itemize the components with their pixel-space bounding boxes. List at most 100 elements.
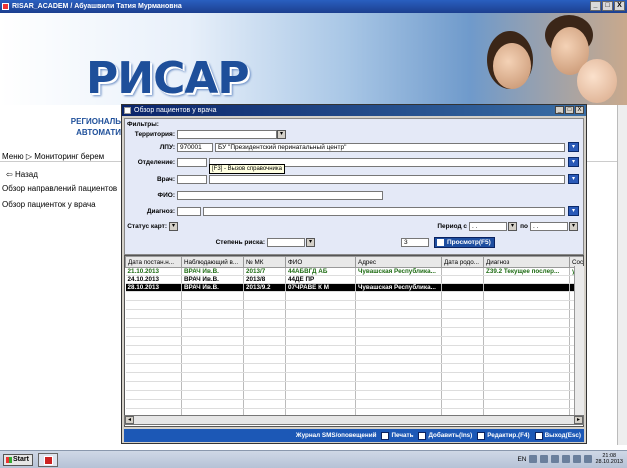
nav-item-referrals[interactable]: Обзор направлений пациентов xyxy=(2,184,117,193)
risk-label: Степень риска: xyxy=(215,239,265,246)
doctor-code-field[interactable] xyxy=(177,175,207,184)
table-row[interactable]: 21.10.2013 ВРАЧ Ив.В. 2013/7 44АБВГД АБ Чува… xyxy=(125,267,583,276)
language-indicator[interactable]: EN xyxy=(517,456,526,463)
period-to-dropdown-icon[interactable]: ▾ xyxy=(569,222,578,231)
exit-label: Выход(Esc) xyxy=(544,432,581,439)
empty-cell xyxy=(181,390,244,400)
filters-label: Фильтры: xyxy=(127,121,159,128)
col-header-fio[interactable]: ФИО xyxy=(285,256,356,268)
territory-dropdown-icon[interactable]: ▾ xyxy=(277,130,286,139)
empty-cell xyxy=(243,291,286,301)
system-tray: EN 21:08 28.10.2013 xyxy=(517,453,623,465)
col-header-observer[interactable]: Наблюдающий в... xyxy=(181,256,244,268)
period-from-label: Период с xyxy=(437,223,467,230)
chrome-icon[interactable] xyxy=(551,455,560,463)
empty-cell xyxy=(181,399,244,409)
risk-dropdown-icon[interactable]: ▾ xyxy=(306,238,315,247)
scroll-right-icon[interactable]: ▸ xyxy=(574,416,583,424)
department-code-field[interactable] xyxy=(177,158,207,167)
print-label: Печать xyxy=(391,432,414,439)
back-link[interactable]: ⇦ Назад xyxy=(6,170,38,179)
security-icon[interactable] xyxy=(573,455,582,463)
empty-cell xyxy=(355,354,442,364)
filter-panel: Фильтры: Территория: ▾ ЛПУ: 970001 БУ "П… xyxy=(124,118,584,255)
territory-select[interactable] xyxy=(177,130,277,139)
empty-cell xyxy=(125,345,182,355)
period-from-dropdown-icon[interactable]: ▾ xyxy=(508,222,517,231)
col-header-address[interactable]: Адрес xyxy=(355,256,442,268)
empty-cell xyxy=(483,399,570,409)
cell-birth-date xyxy=(441,283,484,292)
col-header-diagnosis[interactable]: Диагноз xyxy=(483,256,570,268)
col-header-card-no[interactable]: № МК xyxy=(243,256,286,268)
add-icon xyxy=(418,431,427,440)
exit-button[interactable]: Выход(Esc) xyxy=(534,431,581,440)
empty-cell xyxy=(125,363,182,373)
monitor-icon[interactable] xyxy=(540,455,549,463)
card-status-dropdown-icon[interactable]: ▾ xyxy=(169,222,178,231)
cell-card-no: 2013/8 xyxy=(243,275,286,284)
clock[interactable]: 21:08 28.10.2013 xyxy=(595,453,623,465)
fio-field[interactable] xyxy=(177,191,383,200)
col-header-birth-date[interactable]: Дата родо... xyxy=(441,256,484,268)
period-from-field[interactable]: . . xyxy=(469,222,507,231)
start-button[interactable]: Start xyxy=(3,454,33,466)
print-button[interactable]: Печать xyxy=(381,431,414,440)
dialog-maximize-button[interactable]: □ xyxy=(565,106,574,114)
minimize-button[interactable]: _ xyxy=(590,1,601,11)
doctor-label: Врач: xyxy=(156,176,175,183)
table-horizontal-scrollbar[interactable]: ◂ ▸ xyxy=(124,415,584,425)
empty-cell xyxy=(243,318,286,328)
close-button[interactable]: X xyxy=(614,1,625,11)
table-vertical-scrollbar[interactable] xyxy=(574,266,584,415)
add-label: Добавить(Ins) xyxy=(428,432,473,439)
empty-cell xyxy=(181,363,244,373)
volume-icon[interactable] xyxy=(584,455,593,463)
page-scrollbar[interactable] xyxy=(617,105,627,445)
exit-icon xyxy=(534,431,543,440)
empty-cell xyxy=(483,309,570,319)
breadcrumb[interactable]: Меню ▷ Мониторинг берем xyxy=(2,152,104,161)
table-row[interactable]: 24.10.2013 ВРАЧ Ив.В. 2013/8 44ДЕ ПР xyxy=(125,275,583,284)
empty-cell xyxy=(285,345,356,355)
risar-logo: РИСАР xyxy=(86,53,250,104)
empty-cell xyxy=(125,399,182,409)
empty-cell xyxy=(181,309,244,319)
department-label: Отделение: xyxy=(137,159,175,166)
empty-cell xyxy=(125,354,182,364)
risk-select[interactable] xyxy=(267,238,305,247)
period-to-field[interactable]: . . xyxy=(530,222,568,231)
flag-icon[interactable] xyxy=(562,455,571,463)
view-button[interactable]: Просмотр(F5) xyxy=(434,237,495,248)
empty-cell xyxy=(483,318,570,328)
col-header-date[interactable]: Дата постан.н... xyxy=(125,256,182,268)
doctor-lookup-icon[interactable]: ▾ xyxy=(568,174,579,184)
table-header: Дата постан.н... Наблюдающий в... № МК Ф… xyxy=(125,256,583,268)
add-button[interactable]: Добавить(Ins) xyxy=(418,431,473,440)
nav-item-patients[interactable]: Обзор пациенток у врача xyxy=(2,200,96,209)
department-lookup-icon[interactable]: ▾ xyxy=(568,157,579,167)
diagnosis-name-field[interactable] xyxy=(203,207,565,216)
dialog-minimize-button[interactable]: _ xyxy=(555,106,564,114)
lpu-name-field[interactable]: БУ "Президентский перинатальный центр" xyxy=(215,143,565,152)
sms-journal-button[interactable]: Журнал SMS/оповещений xyxy=(296,432,377,439)
maximize-button[interactable]: □ xyxy=(602,1,613,11)
lpu-code-field[interactable]: 970001 xyxy=(177,143,213,152)
table-row[interactable]: 28.10.2013 ВРАЧ Ив.В. 2013/9.2 07ЧРАВЕ К МЧ… xyxy=(125,283,583,292)
count-field[interactable]: 3 xyxy=(401,238,429,247)
doctor-name-field[interactable] xyxy=(209,175,565,184)
empty-row xyxy=(125,399,583,409)
diagnosis-lookup-icon[interactable]: ▾ xyxy=(568,206,579,216)
dialog-close-button[interactable]: X xyxy=(575,106,584,114)
network-icon[interactable] xyxy=(529,455,538,463)
org-name-line1: РЕГИОНАЛЬ xyxy=(70,117,121,126)
empty-row xyxy=(125,336,583,346)
scroll-left-icon[interactable]: ◂ xyxy=(125,416,134,424)
edit-button[interactable]: Редактир.(F4) xyxy=(477,431,530,440)
taskbar-app-button[interactable] xyxy=(38,453,58,467)
lpu-lookup-icon[interactable]: ▾ xyxy=(568,142,579,152)
diagnosis-code-field[interactable] xyxy=(177,207,201,216)
empty-cell xyxy=(125,381,182,391)
cell-diagnosis: Z39.2 Текущее послер... xyxy=(483,267,570,276)
empty-row xyxy=(125,372,583,382)
